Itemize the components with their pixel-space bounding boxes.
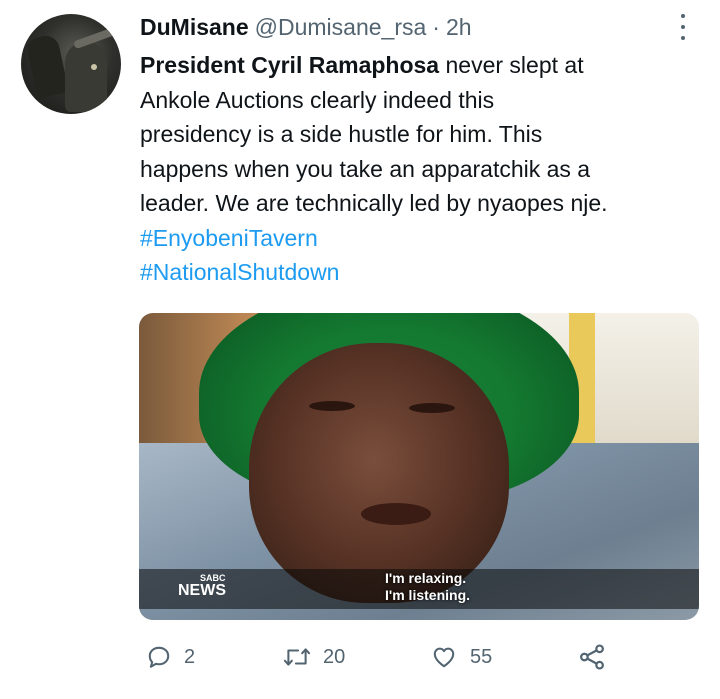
share-button[interactable] <box>578 640 606 674</box>
like-count: 55 <box>470 645 493 668</box>
media-face <box>249 343 509 603</box>
hashtag-link[interactable]: #EnyobeniTavern <box>140 221 710 256</box>
comment-icon <box>148 646 170 668</box>
like-button[interactable]: 55 <box>430 640 492 674</box>
sabc-news-logo: SABC NEWS <box>178 573 226 599</box>
tweet-text-line: presidency is a side hustle for him. Thi… <box>140 121 543 147</box>
tweet-text-line: happens when you take an apparatchik as … <box>140 155 591 182</box>
more-vertical-icon[interactable] <box>675 14 691 40</box>
avatar-figure-back <box>25 33 69 99</box>
timestamp[interactable]: 2h <box>446 14 472 41</box>
mention-text[interactable]: President Cyril Ramaphosa <box>140 52 439 78</box>
retweet-icon <box>283 648 311 666</box>
retweet-count: 20 <box>323 645 346 668</box>
tweet-header: DuMisane @Dumisane_rsa · 2h <box>140 14 472 44</box>
retweet-button[interactable]: 20 <box>283 640 345 674</box>
tweet-actions: 2 20 55 <box>140 640 610 674</box>
video-subtitle: I'm relaxing. I'm listening. <box>385 570 470 604</box>
reply-count: 2 <box>184 645 196 668</box>
avatar-figure-front <box>65 42 107 112</box>
logo-main-text: NEWS <box>178 582 226 599</box>
tweet-text-fragment: never slept at <box>439 52 584 78</box>
tweet-text-line: President Cyril Ramaphosa never slept at <box>140 48 710 83</box>
tweet[interactable]: DuMisane @Dumisane_rsa · 2h President Cy… <box>0 0 720 699</box>
media-eye <box>409 403 455 413</box>
avatar[interactable] <box>21 14 121 114</box>
media-eye <box>309 401 355 411</box>
tweet-media-image[interactable]: SABC NEWS I'm relaxing. I'm listening. <box>139 313 699 620</box>
subtitle-line: I'm listening. <box>385 587 471 603</box>
tweet-text-line: Ankole Auctions clearly indeed this <box>140 86 495 113</box>
share-icon <box>580 644 604 670</box>
tweet-text: President Cyril Ramaphosa never slept at… <box>140 48 710 290</box>
tweet-text-line: leader. We are technically led by nyaope… <box>140 190 608 216</box>
reply-button[interactable]: 2 <box>146 640 195 674</box>
media-mouth <box>361 503 431 525</box>
avatar-detail <box>91 64 97 70</box>
hashtag-link[interactable]: #NationalShutdown <box>140 255 710 290</box>
display-name[interactable]: DuMisane <box>140 14 249 41</box>
subtitle-line: I'm relaxing. <box>385 570 467 586</box>
user-handle[interactable]: @Dumisane_rsa <box>255 14 427 41</box>
heart-icon <box>433 647 455 668</box>
separator-dot: · <box>432 14 440 40</box>
